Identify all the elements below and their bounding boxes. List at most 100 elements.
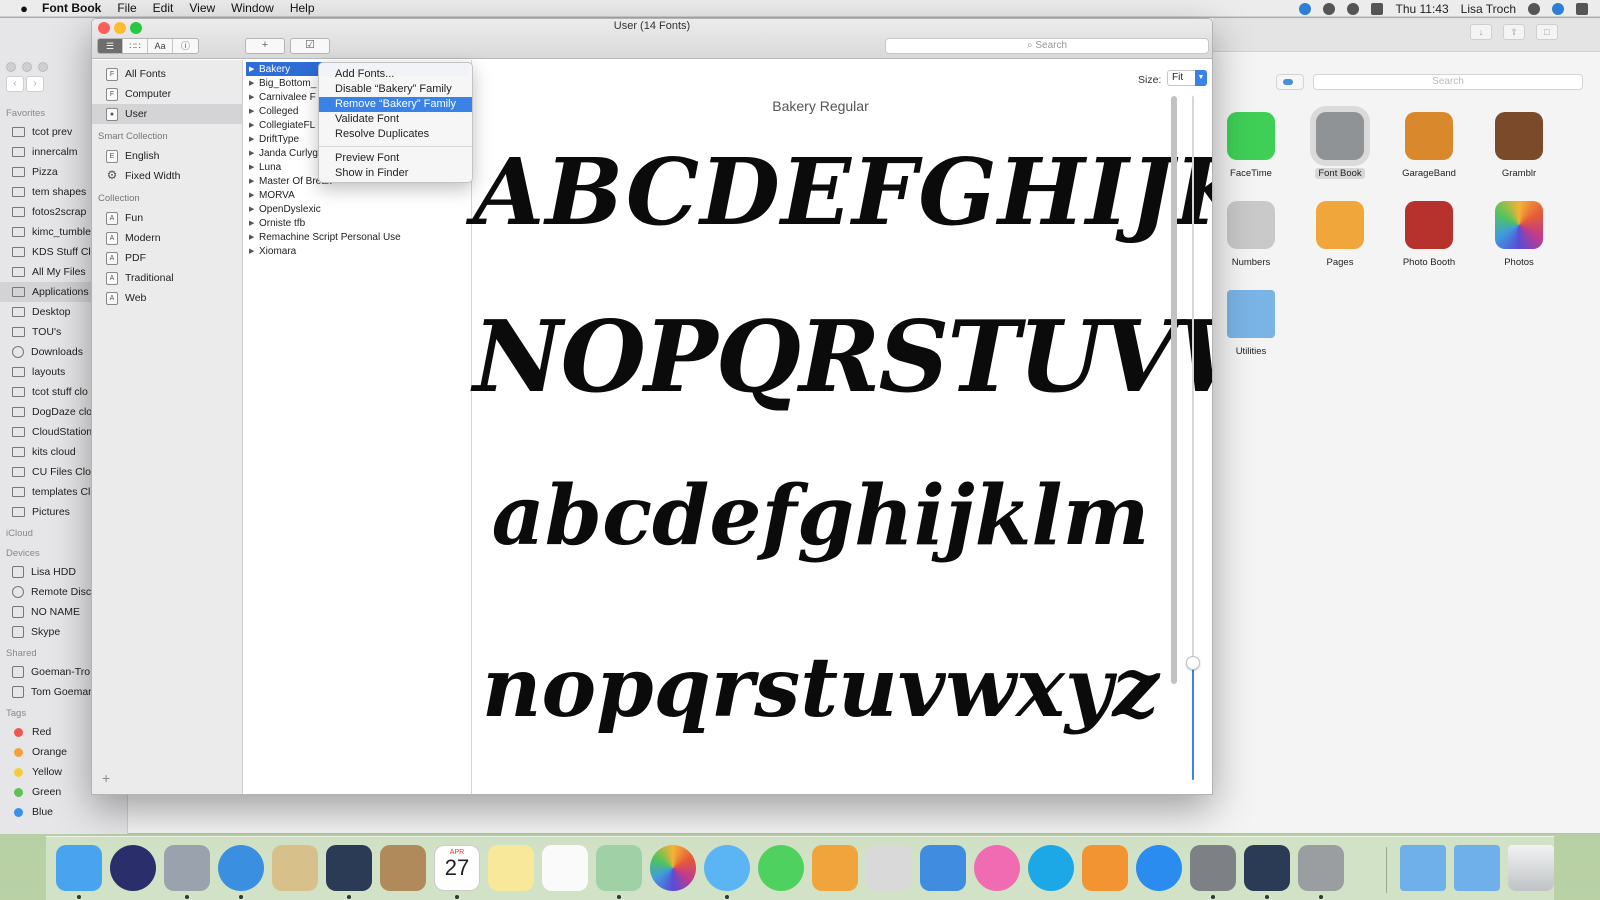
dock-affinity-photo-icon[interactable] <box>326 845 372 891</box>
dock-messages-icon[interactable] <box>704 845 750 891</box>
disclosure-triangle-icon[interactable]: ▶ <box>249 79 259 87</box>
disclosure-triangle-icon[interactable]: ▶ <box>249 177 259 185</box>
spotlight-icon[interactable] <box>1528 2 1540 15</box>
disclosure-triangle-icon[interactable]: ▶ <box>249 163 259 171</box>
download-icon[interactable]: ↓ <box>1470 24 1492 40</box>
disclosure-triangle-icon[interactable]: ▶ <box>249 205 259 213</box>
menu-file[interactable]: File <box>117 1 136 15</box>
app-menu[interactable]: Font Book <box>42 1 101 15</box>
icloud-menu-icon[interactable] <box>1276 74 1304 90</box>
dock-facetime-icon[interactable] <box>758 845 804 891</box>
collection-modern[interactable]: A Modern <box>92 228 242 248</box>
dock-numbers-icon[interactable] <box>866 845 912 891</box>
app-gramblr[interactable]: Gramblr <box>1474 112 1564 192</box>
dock-ibooks-icon[interactable] <box>1082 845 1128 891</box>
dock-keynote-icon[interactable] <box>920 845 966 891</box>
finder-close-button[interactable] <box>6 62 16 72</box>
list-view-icon[interactable]: ☰ <box>98 39 123 53</box>
collection-traditional[interactable]: A Traditional <box>92 268 242 288</box>
font-row-remachine-script-personal-use[interactable]: ▶ Remachine Script Personal Use <box>244 230 471 244</box>
disclosure-triangle-icon[interactable]: ▶ <box>249 149 259 157</box>
dock-font-book-icon[interactable] <box>1298 845 1344 891</box>
dock-siri-icon[interactable] <box>110 845 156 891</box>
dock-maps-icon[interactable] <box>596 845 642 891</box>
dock-notes-icon[interactable] <box>488 845 534 891</box>
menu-validate-font[interactable]: Validate Font <box>319 112 472 127</box>
tags-icon[interactable]: □ <box>1536 24 1558 40</box>
font-row-orniste-tfb[interactable]: ▶ Orniste tfb <box>244 216 471 230</box>
forward-arrow-icon[interactable]: › <box>26 76 44 92</box>
menu-remove-family[interactable]: Remove “Bakery” Family <box>319 97 472 112</box>
menu-window[interactable]: Window <box>231 1 274 15</box>
add-collection-button[interactable]: + <box>102 770 110 786</box>
dock-photos-icon[interactable] <box>650 845 696 891</box>
collection-fun[interactable]: A Fun <box>92 208 242 228</box>
disclosure-triangle-icon[interactable]: ▶ <box>249 121 259 129</box>
finder-search-input[interactable]: Search <box>1313 74 1583 90</box>
menu-show-in-finder[interactable]: Show in Finder <box>319 166 472 181</box>
clock[interactable]: Thu 11:43 <box>1395 2 1448 16</box>
preview-scrollbar[interactable] <box>1171 96 1177 684</box>
dock-finder-icon[interactable] <box>56 845 102 891</box>
font-row-morva[interactable]: ▶ MORVA <box>244 188 471 202</box>
enable-font-checkbox-button[interactable]: ☑ <box>290 38 330 54</box>
cloudstation-icon[interactable] <box>1299 2 1312 15</box>
font-search-input[interactable]: ⌕ Search <box>885 38 1209 54</box>
menu-resolve-duplicates[interactable]: Resolve Duplicates <box>319 127 472 142</box>
add-font-button[interactable]: + <box>245 38 285 54</box>
wifi-icon[interactable] <box>1347 2 1360 15</box>
disclosure-triangle-icon[interactable]: ▶ <box>249 65 259 73</box>
bluetooth-icon[interactable] <box>1323 2 1336 15</box>
airplay-icon[interactable] <box>1371 2 1384 15</box>
grid-view-icon[interactable]: ∷∷ <box>123 39 148 53</box>
dock-reminders-icon[interactable] <box>542 845 588 891</box>
dock-affinity-photo-2-icon[interactable] <box>1244 845 1290 891</box>
dock-documents-folder-icon[interactable] <box>1454 845 1500 891</box>
smart-collection-fixed-width[interactable]: ⚙ Fixed Width <box>92 166 242 186</box>
collection-pdf[interactable]: A PDF <box>92 248 242 268</box>
app-utilities[interactable]: Utilities <box>1206 290 1296 370</box>
size-slider-handle[interactable] <box>1186 656 1200 670</box>
app-photo-booth[interactable]: Photo Booth <box>1384 201 1474 281</box>
apple-menu-icon[interactable]: ● <box>16 1 32 16</box>
back-arrow-icon[interactable]: ‹ <box>6 76 24 92</box>
menu-preview-font[interactable]: Preview Font <box>319 151 472 166</box>
app-facetime[interactable]: FaceTime <box>1206 112 1296 192</box>
disclosure-triangle-icon[interactable]: ▶ <box>249 219 259 227</box>
app-numbers[interactable]: Numbers <box>1206 201 1296 281</box>
app-garageband[interactable]: GarageBand <box>1384 112 1474 192</box>
menu-add-fonts[interactable]: Add Fonts... <box>319 67 472 82</box>
disclosure-triangle-icon[interactable]: ▶ <box>249 93 259 101</box>
disclosure-triangle-icon[interactable]: ▶ <box>249 135 259 143</box>
share-icon[interactable]: ⇧ <box>1503 24 1525 40</box>
menu-view[interactable]: View <box>189 1 215 15</box>
dock-trash-icon[interactable] <box>1508 845 1554 891</box>
finder-zoom-button[interactable] <box>38 62 48 72</box>
finder-minimize-button[interactable] <box>22 62 32 72</box>
app-photos[interactable]: Photos <box>1474 201 1564 281</box>
dock-safari-icon[interactable] <box>218 845 264 891</box>
dock-contacts-icon[interactable] <box>380 845 426 891</box>
dock-app-store-icon[interactable] <box>1136 845 1182 891</box>
smart-collection-english[interactable]: E English <box>92 146 242 166</box>
app-font-book[interactable]: Font Book <box>1295 112 1385 192</box>
dock-applications-folder-icon[interactable] <box>1400 845 1446 891</box>
disclosure-triangle-icon[interactable]: ▶ <box>249 107 259 115</box>
size-select[interactable]: Fit ▼ <box>1167 70 1207 86</box>
tag-item-blue[interactable]: Blue <box>0 802 127 822</box>
dock-skype-icon[interactable] <box>1028 845 1074 891</box>
font-row-xiomara[interactable]: ▶ Xiomara <box>244 244 471 258</box>
dock-calendar-icon[interactable]: APR 27 <box>434 845 480 891</box>
notification-center-icon[interactable] <box>1576 2 1588 15</box>
menu-disable-family[interactable]: Disable “Bakery” Family <box>319 82 472 97</box>
menu-edit[interactable]: Edit <box>153 1 174 15</box>
dock-system-preferences-icon[interactable] <box>1190 845 1236 891</box>
dock-pages-icon[interactable] <box>812 845 858 891</box>
dock-mail-icon[interactable] <box>272 845 318 891</box>
disclosure-triangle-icon[interactable]: ▶ <box>249 247 259 255</box>
app-pages[interactable]: Pages <box>1295 201 1385 281</box>
user-menu[interactable]: Lisa Troch <box>1461 2 1516 16</box>
info-view-icon[interactable]: ⓘ <box>173 39 198 53</box>
library-item-computer[interactable]: F Computer <box>92 84 242 104</box>
dock-itunes-icon[interactable] <box>974 845 1020 891</box>
